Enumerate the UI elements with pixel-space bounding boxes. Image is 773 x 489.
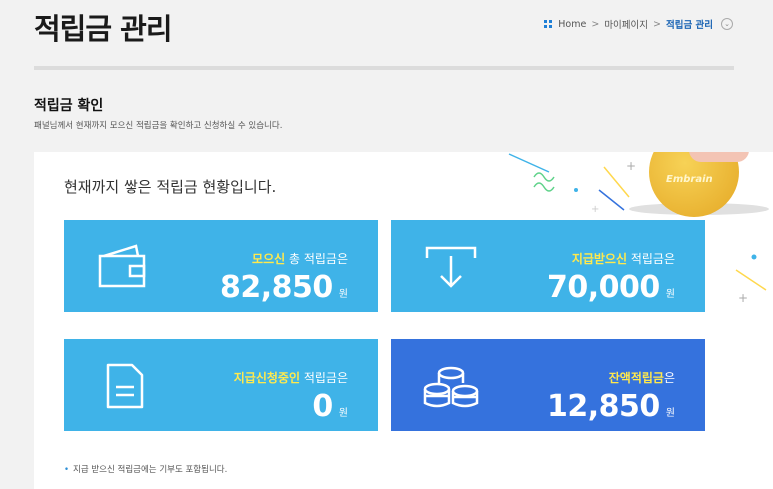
- label-highlight: 모으신: [252, 252, 286, 266]
- balance-points-label: 잔액적립금은: [609, 369, 675, 386]
- label-suffix: 적립금은: [627, 252, 675, 266]
- balance-points-amount: 12,850 원: [547, 389, 675, 424]
- amount-unit: 원: [665, 289, 675, 300]
- chevron-down-icon[interactable]: ⌄: [721, 18, 733, 30]
- title-divider: [34, 66, 734, 70]
- amount-value: 82,850: [220, 270, 333, 305]
- pending-points-card: 지급신청중인 적립금은 0 원: [64, 339, 378, 431]
- section-description: 패널님께서 현재까지 모으신 적립금을 확인하고 신청하실 수 있습니다.: [34, 121, 283, 131]
- note-text: 지급 받으신 적립금에는 기부도 포함됩니다.: [73, 465, 228, 475]
- amount-unit: 원: [338, 408, 348, 419]
- pending-points-label: 지급신청중인 적립금은: [234, 369, 348, 386]
- svg-text:+: +: [738, 291, 748, 305]
- received-points-card: 지급받으신 적립금은 70,000 원: [391, 220, 705, 312]
- label-highlight: 지급신청중인: [233, 371, 301, 385]
- label-suffix: 적립금은: [300, 371, 348, 385]
- points-panel: Embrain + + + 현재까지 쌓은 적립금 현황입니다. 모으신 총 적…: [34, 152, 773, 489]
- pending-points-amount: 0 원: [312, 389, 348, 424]
- donation-note: • 지급 받으신 적립금에는 기부도 포함됩니다.: [64, 463, 227, 475]
- amount-unit: 원: [665, 408, 675, 419]
- panel-heading: 현재까지 쌓은 적립금 현황입니다.: [64, 178, 277, 196]
- breadcrumb-mypage[interactable]: 마이페이지: [604, 17, 648, 31]
- breadcrumb-current: 적립금 관리: [665, 20, 713, 31]
- received-points-amount: 70,000 원: [547, 270, 675, 305]
- label-highlight: 지급받으신: [571, 252, 628, 266]
- label-suffix: 총 적립금은: [285, 252, 348, 266]
- breadcrumb: Home > 마이페이지 > 적립금 관리 ⌄: [544, 17, 733, 31]
- svg-text:+: +: [626, 159, 636, 173]
- svg-text:+: +: [591, 204, 599, 215]
- received-points-label: 지급받으신 적립금은: [572, 250, 675, 267]
- amount-value: 70,000: [547, 270, 660, 305]
- section-title: 적립금 확인: [34, 98, 104, 114]
- amount-value: 12,850: [547, 389, 660, 424]
- home-grid-icon: [544, 20, 553, 28]
- amount-unit: 원: [338, 289, 348, 300]
- total-points-label: 모으신 총 적립금은: [252, 250, 348, 267]
- label-suffix: 은: [663, 371, 675, 385]
- document-icon: [106, 363, 144, 409]
- coins-icon: [423, 366, 479, 408]
- bullet-icon: •: [64, 465, 70, 475]
- breadcrumb-home[interactable]: Home: [558, 19, 586, 30]
- amount-value: 0: [312, 389, 333, 424]
- page-title: 적립금 관리: [34, 12, 172, 46]
- total-points-amount: 82,850 원: [220, 270, 348, 305]
- breadcrumb-separator: >: [591, 18, 600, 30]
- balance-points-card: 잔액적립금은 12,850 원: [391, 339, 705, 431]
- breadcrumb-separator: >: [653, 18, 661, 30]
- download-arrow-icon: [425, 246, 477, 288]
- wallet-icon: [98, 244, 146, 288]
- total-points-card: 모으신 총 적립금은 82,850 원: [64, 220, 378, 312]
- label-highlight: 잔액적립금: [608, 371, 664, 385]
